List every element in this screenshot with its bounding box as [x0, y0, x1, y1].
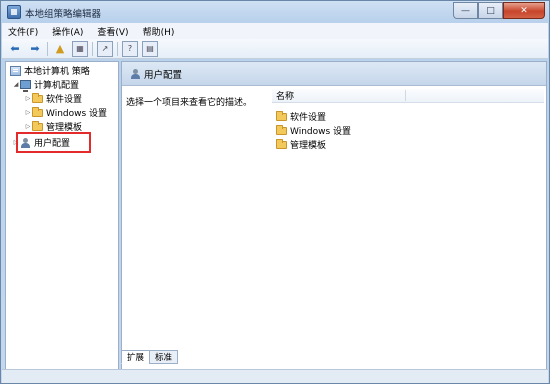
folder-icon [32, 106, 43, 117]
user-icon [130, 68, 141, 79]
toolbar-separator [117, 41, 118, 56]
red-highlight-box [16, 132, 91, 153]
details-header: 用户配置 [122, 62, 546, 86]
details-pane: 用户配置 选择一个项目来查看它的描述。 名称 软件设置 Windows 设置 管… [121, 61, 547, 379]
minimize-button[interactable]: — [453, 2, 478, 19]
list-item-label: 管理模板 [290, 141, 327, 151]
tree-item-label: 计算机配置 [34, 81, 80, 91]
forward-arrow-icon[interactable]: ➡ [27, 41, 43, 57]
collapsed-arrow-icon[interactable]: ▷ [24, 109, 32, 116]
tree-item-software-settings[interactable]: ▷ 软件设置 [24, 92, 82, 105]
collapsed-arrow-icon[interactable]: ▷ [24, 123, 32, 130]
column-label: 名称 [276, 92, 295, 102]
tree-item-label: 本地计算机 策略 [24, 67, 90, 77]
toolbar-separator [92, 41, 93, 56]
folder-icon [32, 92, 43, 103]
export-icon[interactable]: ↗ [97, 40, 113, 57]
computer-icon [20, 80, 31, 92]
tree-item-computer-config[interactable]: ◢ 计算机配置 [12, 78, 80, 92]
details-title: 用户配置 [144, 69, 183, 81]
column-divider[interactable] [405, 90, 406, 101]
description-text: 选择一个项目来查看它的描述。 [126, 98, 253, 108]
show-hide-tree-icon[interactable]: ▦ [72, 40, 88, 57]
tree-item-windows-settings[interactable]: ▷ Windows 设置 [24, 106, 107, 119]
folder-icon [32, 120, 43, 131]
folder-up-icon[interactable]: ▲ [52, 41, 68, 57]
list-item-software-settings[interactable]: 软件设置 [276, 110, 326, 123]
menu-bar: 文件(F) 操作(A) 查看(V) 帮助(H) [2, 23, 548, 39]
policy-icon [10, 65, 21, 76]
tree-item-root[interactable]: 本地计算机 策略 [10, 64, 90, 77]
collapsed-arrow-icon[interactable]: ▷ [24, 95, 32, 102]
maximize-button[interactable]: □ [478, 2, 503, 19]
folder-icon [276, 124, 287, 135]
list-item-label: Windows 设置 [290, 127, 352, 137]
expanded-arrow-icon[interactable]: ◢ [12, 81, 20, 88]
close-button[interactable]: ✕ [503, 2, 545, 19]
menu-help[interactable]: 帮助(H) [143, 25, 175, 38]
title-bar[interactable]: 本地组策略编辑器 — □ ✕ [1, 1, 549, 23]
folder-icon [276, 110, 287, 121]
column-header-name[interactable]: 名称 [272, 89, 544, 103]
properties-icon[interactable]: ▤ [142, 40, 158, 57]
tab-extended[interactable]: 扩展 [121, 350, 151, 364]
list-item-admin-templates[interactable]: 管理模板 [276, 138, 326, 151]
window-title: 本地组策略编辑器 [25, 9, 102, 20]
list-item-label: 软件设置 [290, 113, 327, 123]
help-icon[interactable]: ? [122, 40, 138, 57]
tree-item-label: 软件设置 [46, 95, 83, 105]
toolbar: ⬅ ➡ ▲ ▦ ↗ ? ▤ [2, 39, 548, 59]
list-item-windows-settings[interactable]: Windows 设置 [276, 124, 351, 137]
main-window: 本地组策略编辑器 — □ ✕ 文件(F) 操作(A) 查看(V) 帮助(H) ⬅… [0, 0, 550, 384]
status-bar [2, 369, 548, 383]
tree-pane: 本地计算机 策略 ◢ 计算机配置 ▷ 软件设置 ▷ Windows 设置 ▷ 管… [5, 61, 119, 379]
menu-action[interactable]: 操作(A) [52, 25, 83, 38]
tab-standard[interactable]: 标准 [149, 350, 179, 364]
toolbar-separator [47, 41, 48, 56]
back-arrow-icon[interactable]: ⬅ [7, 41, 23, 57]
view-tabs: 扩展 标准 [121, 350, 179, 365]
folder-icon [276, 138, 287, 149]
menu-view[interactable]: 查看(V) [97, 25, 128, 38]
menu-file[interactable]: 文件(F) [8, 25, 38, 38]
policy-editor-icon [7, 5, 21, 19]
tree-item-label: Windows 设置 [46, 109, 108, 119]
